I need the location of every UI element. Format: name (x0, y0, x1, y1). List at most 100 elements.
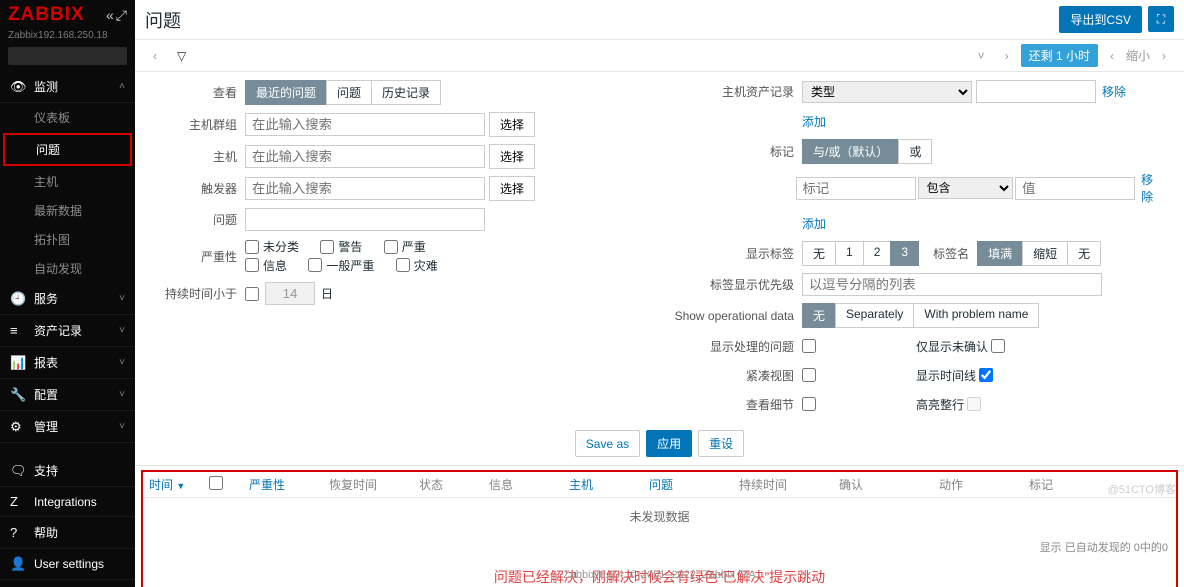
nav-admin[interactable]: ⚙管理˅ (0, 411, 135, 443)
cb-suppressed[interactable] (802, 339, 816, 353)
wrench-icon: 🔧 (10, 387, 26, 403)
nav-inventory[interactable]: ≡资产记录˅ (0, 315, 135, 347)
col-problem[interactable]: 问题 (649, 476, 739, 493)
clock-icon: 🕘 (10, 291, 26, 307)
host-input[interactable] (245, 145, 485, 168)
inventory-add[interactable]: 添加 (802, 113, 826, 130)
filter-prev[interactable]: ‹ (145, 47, 165, 65)
tag-add[interactable]: 添加 (802, 215, 826, 232)
chevron-down-icon: ˅ (119, 357, 125, 368)
tagname-full[interactable]: 填满 (977, 241, 1023, 266)
sidebar-item-dashboard[interactable]: 仪表板 (0, 103, 135, 132)
hostgroup-pick[interactable]: 选择 (489, 112, 535, 137)
cb-timeline[interactable] (979, 368, 993, 382)
apply-button[interactable]: 应用 (646, 430, 692, 457)
inventory-value[interactable] (976, 80, 1096, 103)
tagmode-andor[interactable]: 与/或（默认） (802, 139, 899, 164)
view-history[interactable]: 历史记录 (371, 80, 441, 105)
col-tags: 标记 (1029, 476, 1119, 493)
nav-support[interactable]: 🗨支持 (0, 455, 135, 487)
view-recent[interactable]: 最近的问题 (245, 80, 327, 105)
cb-details[interactable] (802, 397, 816, 411)
inventory-type[interactable]: 类型 (802, 81, 972, 103)
opdata-none[interactable]: 无 (802, 303, 836, 328)
tagprio-input[interactable] (802, 273, 1102, 296)
table-footer: 显示 已自动发现的 0中的0 (143, 535, 1176, 559)
tag-op[interactable]: 包含 (918, 177, 1014, 199)
age-toggle[interactable] (245, 287, 259, 301)
filter-form: 查看 最近的问题 问题 历史记录 主机群组选择 主机选择 触发器选择 问题 严重… (135, 72, 1184, 466)
nav-config[interactable]: 🔧配置˅ (0, 379, 135, 411)
z-icon: Z (10, 494, 26, 509)
nav-monitoring[interactable]: 👁监测˄ (0, 71, 135, 103)
nav-logout[interactable]: ⏻退出 (0, 580, 135, 587)
time-range[interactable]: 还剩 1 小时 (1021, 44, 1098, 67)
time-fwd[interactable]: › (1154, 47, 1174, 65)
save-button[interactable]: Save as (575, 430, 640, 457)
support-icon: 🗨 (10, 463, 26, 479)
trigger-input[interactable] (245, 177, 485, 200)
time-back[interactable]: ‹ (1102, 47, 1122, 65)
collapse-sidebar[interactable]: «⤢ (106, 7, 127, 24)
export-csv-button[interactable]: 导出到CSV (1059, 6, 1142, 33)
nav-user[interactable]: 👤User settings (0, 549, 135, 580)
tagmode-or[interactable]: 或 (898, 139, 932, 164)
col-status: 状态 (419, 476, 489, 493)
sev-high[interactable]: 严重 (384, 238, 426, 255)
trigger-pick[interactable]: 选择 (489, 176, 535, 201)
sidebar-item-hosts[interactable]: 主机 (0, 167, 135, 196)
nav-reports[interactable]: 📊报表˅ (0, 347, 135, 379)
col-severity[interactable]: 严重性 (249, 476, 329, 493)
tagname-none[interactable]: 无 (1067, 241, 1101, 266)
showtags-none[interactable]: 无 (802, 241, 836, 266)
view-problems[interactable]: 问题 (326, 80, 372, 105)
help-icon: ? (10, 525, 26, 540)
sidebar-item-maps[interactable]: 拓扑图 (0, 225, 135, 254)
col-actions: 动作 (939, 476, 1029, 493)
sev-info[interactable]: 信息 (245, 257, 287, 274)
time-next[interactable]: › (997, 47, 1017, 65)
sev-avg[interactable]: 一般严重 (308, 257, 374, 274)
showtags-2[interactable]: 2 (863, 241, 892, 266)
filter-icon[interactable]: ▽ (169, 47, 194, 65)
main: 问题 导出到CSV ⛶ ‹ ▽ ˅ › 还剩 1 小时 ‹ 缩小 › (135, 0, 1184, 587)
col-time[interactable]: 时间 ▼ (149, 476, 209, 493)
cb-unack[interactable] (991, 339, 1005, 353)
inventory-remove[interactable]: 移除 (1102, 83, 1126, 100)
server-name: Zabbix192.168.250.18 (0, 30, 135, 47)
nav-services[interactable]: 🕘服务˅ (0, 283, 135, 315)
col-info: 信息 (489, 476, 569, 493)
cb-fullrow (967, 397, 981, 411)
nav-integrations[interactable]: ZIntegrations (0, 487, 135, 517)
age-value[interactable] (265, 282, 315, 305)
opdata-sep[interactable]: Separately (835, 303, 914, 328)
nav-help[interactable]: ?帮助 (0, 517, 135, 549)
problem-input[interactable] (245, 208, 485, 231)
col-host[interactable]: 主机 (569, 476, 649, 493)
sev-notclass[interactable]: 未分类 (245, 238, 299, 255)
sidebar-item-problems[interactable]: 问题 (3, 133, 132, 166)
col-duration: 持续时间 (739, 476, 839, 493)
reset-button[interactable]: 重设 (698, 430, 744, 457)
sort-desc-icon: ▼ (176, 481, 185, 491)
chevron-down-icon: ˅ (119, 293, 125, 304)
tag-remove[interactable]: 移除 (1141, 171, 1164, 205)
host-pick[interactable]: 选择 (489, 144, 535, 169)
sidebar-item-latest[interactable]: 最新数据 (0, 196, 135, 225)
sev-disaster[interactable]: 灾难 (396, 257, 438, 274)
col-ack: 确认 (839, 476, 939, 493)
cb-compact[interactable] (802, 368, 816, 382)
zoom-out[interactable]: 缩小 (1126, 47, 1150, 64)
showtags-1[interactable]: 1 (835, 241, 864, 266)
fullscreen-button[interactable]: ⛶ (1148, 6, 1174, 32)
tag-name[interactable] (796, 177, 916, 200)
opdata-with[interactable]: With problem name (913, 303, 1039, 328)
showtags-3[interactable]: 3 (890, 241, 919, 266)
tag-value[interactable] (1015, 177, 1135, 200)
time-dropdown[interactable]: ˅ (970, 47, 993, 65)
col-check[interactable] (209, 476, 249, 493)
sev-warning[interactable]: 警告 (320, 238, 362, 255)
tagname-short[interactable]: 缩短 (1022, 241, 1068, 266)
hostgroup-input[interactable] (245, 113, 485, 136)
sidebar-item-discovery[interactable]: 自动发现 (0, 254, 135, 283)
